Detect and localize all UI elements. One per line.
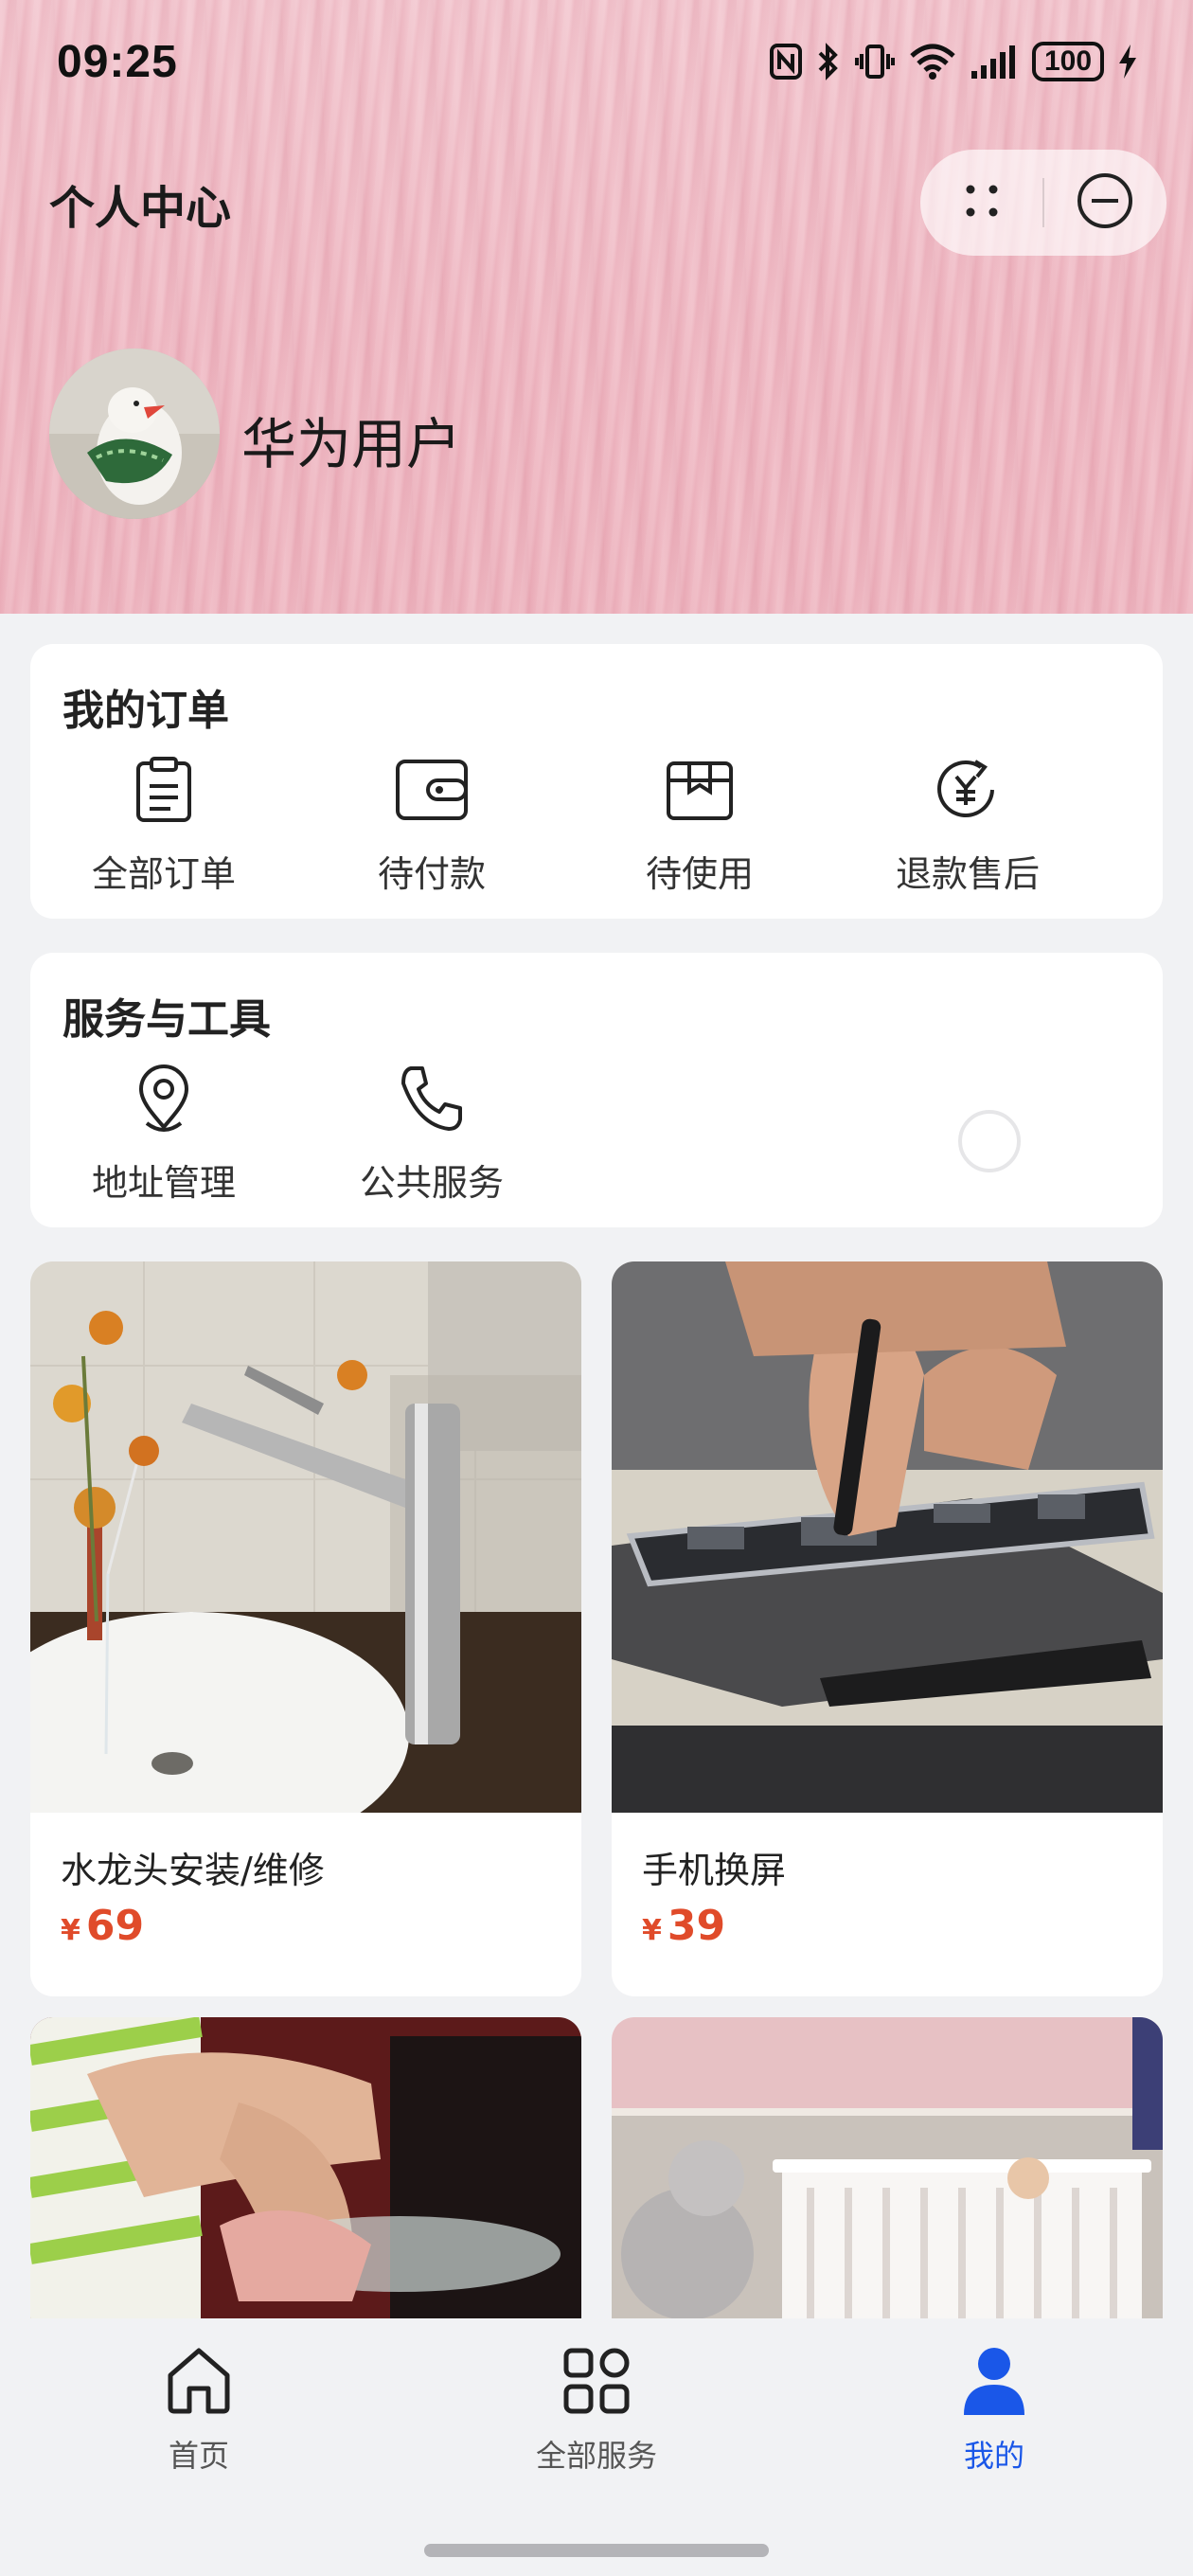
- status-bar: 09:25 100: [0, 0, 1193, 133]
- close-mini-program-button[interactable]: [1044, 150, 1166, 256]
- page-title: 个人中心: [49, 182, 232, 235]
- bluetooth-icon: [816, 42, 841, 81]
- product-image-phone-repair: [612, 1261, 1163, 1813]
- avatar[interactable]: [49, 349, 220, 519]
- price-currency: ¥: [61, 1914, 80, 1947]
- service-item-public[interactable]: 公共服务: [298, 1063, 565, 1206]
- username[interactable]: 华为用户: [241, 400, 461, 479]
- product-image-faucet: [30, 1261, 581, 1813]
- product-name: 水龙头安装/维修: [61, 1850, 325, 1891]
- services-title: 服务与工具: [62, 995, 271, 1044]
- price-value: 39: [667, 1902, 726, 1950]
- product-name: 手机换屏: [642, 1850, 787, 1891]
- product-price: ¥39: [642, 1902, 725, 1950]
- order-item-all[interactable]: 全部订单: [30, 754, 297, 897]
- nav-label: 首页: [168, 2438, 229, 2474]
- wifi-icon: [909, 43, 956, 80]
- status-icons: 100: [769, 42, 1138, 81]
- product-card[interactable]: [30, 2017, 581, 2339]
- order-item-label: 全部订单: [91, 853, 236, 895]
- nav-item-all-services[interactable]: 全部服务: [464, 2343, 729, 2476]
- product-image-cooking: [30, 2017, 581, 2339]
- nav-item-home[interactable]: 首页: [66, 2343, 331, 2476]
- order-item-label: 退款售后: [895, 853, 1040, 895]
- services-card: 服务与工具 地址管理 公共服务: [30, 953, 1163, 1227]
- home-icon: [163, 2345, 235, 2421]
- order-item-label: 待付款: [377, 853, 486, 895]
- loading-spinner: [958, 1110, 1021, 1172]
- wallet-icon: [394, 756, 470, 828]
- clipboard-icon: [133, 756, 195, 828]
- service-item-label: 地址管理: [91, 1162, 236, 1204]
- product-price: ¥69: [61, 1902, 144, 1950]
- user-icon: [960, 2345, 1028, 2421]
- charging-icon: [1117, 43, 1138, 80]
- product-image-nursery: [612, 2017, 1163, 2339]
- mini-program-capsule: [920, 150, 1166, 256]
- product-card[interactable]: 水龙头安装/维修 ¥69: [30, 1261, 581, 1996]
- battery-icon: 100: [1032, 42, 1104, 81]
- vibrate-icon: [854, 43, 896, 80]
- order-item-to-use[interactable]: 待使用: [566, 754, 833, 897]
- nav-label: 我的: [963, 2438, 1024, 2474]
- nav-label: 全部服务: [535, 2438, 657, 2474]
- minus-circle-icon: [1076, 171, 1134, 234]
- order-item-pending-payment[interactable]: 待付款: [298, 754, 565, 897]
- orders-title: 我的订单: [62, 687, 229, 735]
- nav-item-mine[interactable]: 我的: [862, 2343, 1127, 2476]
- order-item-refund[interactable]: 退款售后: [834, 754, 1101, 897]
- package-icon: [665, 758, 735, 826]
- signal-icon: [970, 43, 1019, 80]
- profile-header: 09:25 100 个人中心 华为用户: [0, 0, 1193, 614]
- price-value: 69: [85, 1902, 145, 1950]
- status-time: 09:25: [57, 37, 178, 87]
- more-button[interactable]: [920, 150, 1042, 256]
- phone-icon: [396, 1063, 468, 1138]
- orders-card: 我的订单 全部订单 待付款 待使用 退款售后: [30, 644, 1163, 919]
- product-card[interactable]: [612, 2017, 1163, 2339]
- order-item-label: 待使用: [645, 853, 754, 895]
- location-pin-icon: [134, 1061, 194, 1140]
- grid-icon: [562, 2347, 631, 2419]
- more-dots-icon: [959, 178, 1005, 227]
- service-item-label: 公共服务: [359, 1162, 504, 1204]
- price-currency: ¥: [642, 1914, 662, 1947]
- product-card[interactable]: 手机换屏 ¥39: [612, 1261, 1163, 1996]
- bottom-navigation: 首页 全部服务 我的: [0, 2318, 1193, 2576]
- home-indicator[interactable]: [424, 2544, 769, 2557]
- service-item-address[interactable]: 地址管理: [30, 1063, 297, 1206]
- nfc-icon: [769, 43, 803, 80]
- refund-icon: [934, 756, 1002, 828]
